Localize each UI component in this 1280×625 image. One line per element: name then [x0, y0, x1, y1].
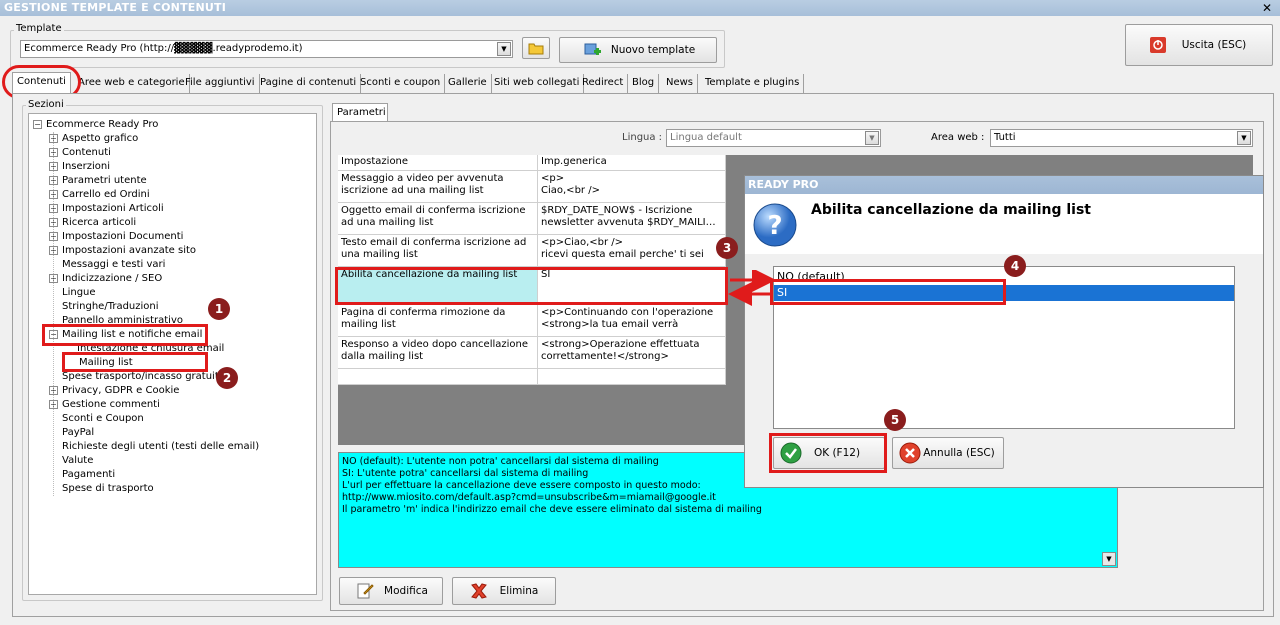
tree-item[interactable]: Aspetto grafico [62, 132, 138, 146]
value-cell[interactable]: $RDY_DATE_NOW$ - Iscrizione newsletter a… [538, 203, 726, 235]
new-template-label: Nuovo template [610, 44, 696, 56]
edit-icon [357, 583, 374, 599]
delete-button[interactable]: Elimina [452, 577, 556, 605]
tab-news[interactable]: News [662, 74, 699, 93]
column-header-setting: Impostazione [338, 155, 538, 171]
tree-item[interactable]: Carrello ed Ordini [62, 188, 150, 202]
tree-item[interactable]: Stringhe/Traduzioni [62, 300, 159, 314]
tree-item[interactable]: Privacy, GDPR e Cookie [62, 384, 179, 398]
tree-item[interactable]: Impostazioni Documenti [62, 230, 183, 244]
template-select-value: Ecommerce Ready Pro (http://▓▓▓▓▓.readyp… [24, 43, 303, 54]
setting-cell[interactable]: Testo email di conferma iscrizione ad un… [338, 235, 538, 267]
empty-cell [338, 369, 538, 385]
setting-cell[interactable]: Pagina di conferma rimozione da mailing … [338, 305, 538, 337]
tree-item[interactable]: Impostazioni Articoli [62, 202, 164, 216]
annotation-badge-5: 5 [884, 409, 906, 431]
tab-sconti-coupon[interactable]: Sconti e coupon [356, 74, 446, 93]
tree-item[interactable]: Spese di trasporto [62, 482, 154, 496]
window-title: GESTIONE TEMPLATE E CONTENUTI [0, 0, 1280, 16]
annotation-badge-2: 2 [216, 367, 238, 389]
folder-icon [528, 43, 544, 55]
setting-cell[interactable]: Oggetto email di conferma iscrizione ad … [338, 203, 538, 235]
dialog-heading: Abilita cancellazione da mailing list [811, 202, 1091, 218]
tree-guide-line [53, 132, 54, 496]
question-icon: ? [753, 203, 797, 247]
tree-item[interactable]: Parametri utente [62, 174, 147, 188]
open-folder-button[interactable] [522, 37, 550, 59]
chevron-down-icon[interactable]: ▼ [497, 42, 511, 56]
lingua-label: Lingua : [622, 132, 663, 143]
tree-item[interactable]: Ricerca articoli [62, 216, 136, 230]
tree-item[interactable]: Pagamenti [62, 468, 115, 482]
edit-label: Modifica [384, 585, 428, 597]
cancel-label: Annulla (ESC) [923, 447, 995, 459]
value-cell[interactable]: <strong>Operazione effettuata correttame… [538, 337, 726, 369]
tab-template-plugins[interactable]: Template e plugins [701, 74, 805, 93]
template-select[interactable]: Ecommerce Ready Pro (http://▓▓▓▓▓.readyp… [20, 40, 513, 58]
setting-cell[interactable]: Responso a video dopo cancellazione dall… [338, 337, 538, 369]
tree-item[interactable]: Spese trasporto/incasso gratuite [62, 370, 225, 384]
tree-item[interactable]: Sconti e Coupon [62, 412, 144, 426]
tree-item[interactable]: Valute [62, 454, 93, 468]
tree-item[interactable]: Gestione commenti [62, 398, 160, 412]
column-header-value: Imp.generica [538, 155, 726, 171]
tab-aree-web[interactable]: Aree web e categorie [74, 74, 190, 93]
svg-text:?: ? [767, 211, 782, 241]
tree-item[interactable]: Richieste degli utenti (testi delle emai… [62, 440, 259, 454]
edit-button[interactable]: Modifica [339, 577, 443, 605]
collapse-icon[interactable]: − [33, 120, 42, 129]
value-cell[interactable]: <p>Continuando con l'operazione <strong>… [538, 305, 726, 337]
annotation-badge-3: 3 [716, 237, 738, 259]
lingua-value: Lingua default [670, 132, 742, 143]
power-icon [1150, 37, 1166, 53]
tab-pagine-contenuti[interactable]: Pagine di contenuti [256, 74, 362, 93]
value-cell[interactable]: <p>Ciao,<br /> ricevi questa email perch… [538, 235, 726, 267]
tree-item[interactable]: Lingue [62, 286, 96, 300]
area-select[interactable]: Tutti ▼ [990, 129, 1253, 147]
tab-parametri[interactable]: Parametri [332, 103, 388, 122]
dialog-title: READY PRO [745, 176, 1263, 194]
setting-cell[interactable]: Messaggio a video per avvenuta iscrizion… [338, 171, 538, 203]
exit-button[interactable]: Uscita (ESC) [1125, 24, 1273, 66]
template-group-label: Template [14, 23, 64, 34]
annotation-badge-1: 1 [208, 298, 230, 320]
tab-redirect[interactable]: Redirect [578, 74, 629, 93]
cancel-button[interactable]: Annulla (ESC) [892, 437, 1004, 469]
delete-label: Elimina [499, 585, 539, 597]
scroll-down-icon[interactable]: ▼ [1102, 552, 1116, 566]
annotation-badge-4: 4 [1004, 255, 1026, 277]
value-cell[interactable]: <p> Ciao,<br /> [538, 171, 726, 203]
highlight-mailing-list [62, 352, 208, 372]
highlight-abilita-row [335, 267, 728, 305]
lingua-select[interactable]: Lingua default ▼ [666, 129, 881, 147]
chevron-down-icon[interactable]: ▼ [1237, 131, 1251, 145]
tab-gallerie[interactable]: Gallerie [444, 74, 492, 93]
tree-root[interactable]: Ecommerce Ready Pro [46, 118, 158, 132]
close-icon[interactable]: ✕ [1258, 0, 1276, 16]
sections-label: Sezioni [26, 99, 66, 110]
tree-item[interactable]: PayPal [62, 426, 94, 440]
area-value: Tutti [994, 132, 1016, 143]
empty-cell [538, 369, 726, 385]
tree-item[interactable]: Indicizzazione / SEO [62, 272, 162, 286]
chevron-down-icon[interactable]: ▼ [865, 131, 879, 145]
tab-siti-web[interactable]: Siti web collegati [490, 74, 585, 93]
tree-item[interactable]: Messaggi e testi vari [62, 258, 165, 272]
tree-item[interactable]: Impostazioni avanzate sito [62, 244, 196, 258]
tree-item[interactable]: Contenuti [62, 146, 111, 160]
area-label: Area web : [931, 132, 985, 143]
new-template-button[interactable]: Nuovo template [559, 37, 717, 63]
exit-label: Uscita (ESC) [1181, 39, 1247, 51]
delete-icon [471, 583, 487, 599]
highlight-si-option [770, 279, 1006, 305]
highlight-ok-button [769, 433, 887, 473]
add-template-icon [584, 43, 601, 55]
tab-file-aggiuntivi[interactable]: File aggiuntivi [181, 74, 260, 93]
highlight-mailing-notifiche [42, 324, 208, 346]
cancel-icon [899, 442, 921, 464]
tab-blog[interactable]: Blog [628, 74, 660, 93]
annotation-arrows [728, 270, 776, 306]
tree-item[interactable]: Inserzioni [62, 160, 110, 174]
